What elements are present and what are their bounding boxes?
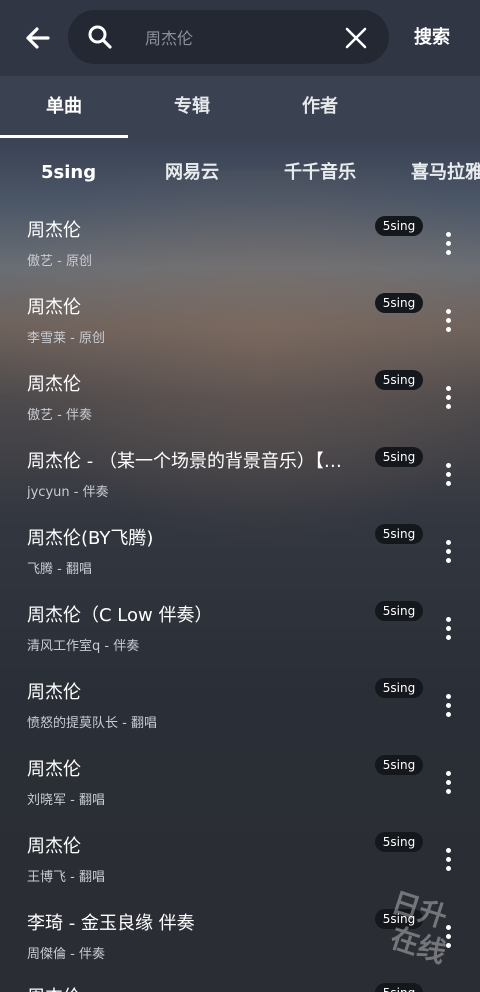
- result-row[interactable]: 周杰伦 王博飞 - 翻唱 5sing: [0, 826, 480, 903]
- source-badge: 5sing: [375, 755, 423, 775]
- more-vertical-icon[interactable]: [438, 453, 460, 493]
- song-title: 周杰伦: [27, 759, 81, 780]
- source-badge: 5sing: [375, 678, 423, 698]
- song-title: 周杰伦: [27, 220, 81, 241]
- song-title: 周杰伦: [27, 374, 81, 395]
- back-arrow-icon: [26, 27, 50, 49]
- source-5sing[interactable]: 5sing: [41, 158, 96, 188]
- back-button[interactable]: [18, 18, 58, 58]
- source-ximalaya[interactable]: 喜马拉雅: [411, 158, 480, 188]
- song-title: 周杰伦（C Low 伴奏）: [27, 605, 213, 626]
- result-row[interactable]: 李琦 - 金玉良缘 伴奏 周傑倫 - 伴奏 5sing: [0, 903, 480, 980]
- more-vertical-icon[interactable]: [438, 838, 460, 878]
- song-title: 周杰伦: [27, 836, 81, 857]
- result-row[interactable]: 周杰伦 李雪莱 - 原创 5sing: [0, 287, 480, 364]
- song-subtitle: 王博飞 - 翻唱: [27, 870, 105, 885]
- more-vertical-icon[interactable]: [438, 299, 460, 339]
- song-title: 周杰伦(BY飞腾): [27, 528, 154, 549]
- song-subtitle: 清风工作室q - 伴奏: [27, 639, 140, 654]
- more-vertical-icon[interactable]: [438, 684, 460, 724]
- song-title: 李琦 - 金玉良缘 伴奏: [27, 913, 195, 934]
- song-subtitle: 周傑倫 - 伴奏: [27, 947, 105, 962]
- source-badge: 5sing: [375, 983, 423, 992]
- top-bar: 搜索: [0, 0, 480, 76]
- more-vertical-icon[interactable]: [438, 915, 460, 955]
- more-vertical-icon[interactable]: [438, 530, 460, 570]
- more-vertical-icon[interactable]: [438, 376, 460, 416]
- tab-songs[interactable]: 单曲: [0, 76, 128, 138]
- tab-authors[interactable]: 作者: [256, 76, 384, 138]
- active-tab-indicator: [0, 135, 128, 138]
- song-subtitle: 傲艺 - 伴奏: [27, 408, 92, 423]
- category-tabs: 单曲 专辑 作者: [0, 76, 480, 138]
- close-icon[interactable]: [342, 24, 370, 52]
- song-title: 周杰伦: [27, 983, 367, 992]
- result-row[interactable]: 周杰伦（C Low 伴奏） 清风工作室q - 伴奏 5sing: [0, 595, 480, 672]
- search-button[interactable]: 搜索: [404, 24, 460, 52]
- source-badge: 5sing: [375, 601, 423, 621]
- song-title: 周杰伦: [27, 682, 81, 703]
- song-subtitle: 愤怒的提莫队长 - 翻唱: [27, 716, 157, 731]
- song-subtitle: 傲艺 - 原创: [27, 254, 92, 269]
- source-badge: 5sing: [375, 447, 423, 467]
- result-row[interactable]: 周杰伦 - （某一个场景的背景音乐）【… jycyun - 伴奏 5sing: [0, 441, 480, 518]
- source-badge: 5sing: [375, 293, 423, 313]
- song-subtitle: 李雪莱 - 原创: [27, 331, 105, 346]
- result-row[interactable]: 周杰伦 傲艺 - 伴奏 5sing: [0, 364, 480, 441]
- result-row[interactable]: 周杰伦 5sing: [0, 977, 480, 992]
- song-subtitle: 刘晓军 - 翻唱: [27, 793, 105, 808]
- source-badge: 5sing: [375, 524, 423, 544]
- song-title: 周杰伦 - （某一个场景的背景音乐）【…: [27, 451, 342, 472]
- more-vertical-icon[interactable]: [438, 607, 460, 647]
- result-row[interactable]: 周杰伦(BY飞腾) 飞腾 - 翻唱 5sing: [0, 518, 480, 595]
- more-vertical-icon[interactable]: [438, 761, 460, 801]
- result-row[interactable]: 周杰伦 傲艺 - 原创 5sing: [0, 210, 480, 287]
- search-box: [68, 10, 389, 64]
- source-qianqian[interactable]: 千千音乐: [284, 158, 356, 188]
- source-badge: 5sing: [375, 370, 423, 390]
- search-input[interactable]: [143, 22, 337, 54]
- more-vertical-icon[interactable]: [438, 222, 460, 262]
- song-title: 周杰伦: [27, 297, 81, 318]
- source-badge: 5sing: [375, 832, 423, 852]
- source-badge: 5sing: [375, 216, 423, 236]
- result-row[interactable]: 周杰伦 刘晓军 - 翻唱 5sing: [0, 749, 480, 826]
- song-subtitle: 飞腾 - 翻唱: [27, 562, 92, 577]
- tab-albums[interactable]: 专辑: [128, 76, 256, 138]
- song-subtitle: jycyun - 伴奏: [27, 485, 109, 500]
- source-netease[interactable]: 网易云: [165, 158, 219, 188]
- search-icon: [88, 25, 112, 49]
- result-row[interactable]: 周杰伦 愤怒的提莫队长 - 翻唱 5sing: [0, 672, 480, 749]
- source-badge: 5sing: [375, 909, 423, 929]
